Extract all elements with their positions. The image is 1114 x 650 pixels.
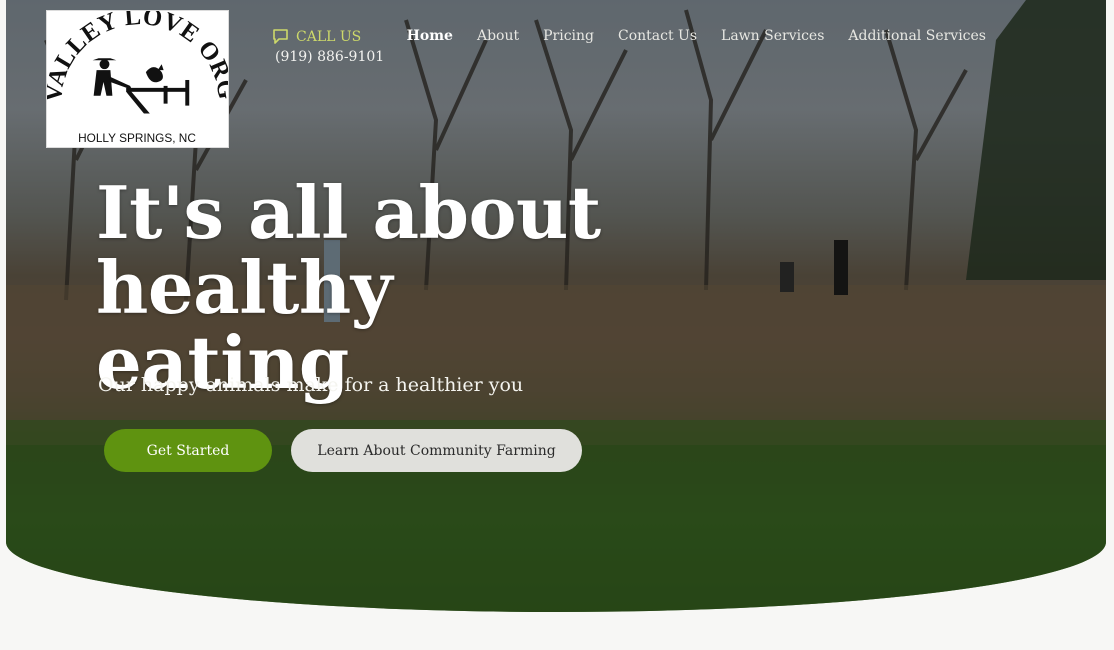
nav-item-lawn-services[interactable]: Lawn Services: [721, 28, 824, 44]
nav-item-home[interactable]: Home: [407, 28, 453, 44]
phone-number-link[interactable]: (919) 886-9101: [272, 49, 384, 65]
logo-artwork: VALLEY LOVE ORGANIC HOLLY SPRINGS, NC: [47, 11, 228, 145]
main-navigation: Home About Pricing Contact Us Lawn Servi…: [407, 28, 986, 44]
nav-item-pricing[interactable]: Pricing: [543, 28, 594, 44]
call-us-label: CALL US: [296, 28, 362, 45]
learn-community-farming-button[interactable]: Learn About Community Farming: [291, 429, 582, 472]
site-logo[interactable]: VALLEY LOVE ORGANIC HOLLY SPRINGS, NC: [46, 10, 229, 148]
nav-item-additional-services[interactable]: Additional Services: [848, 28, 986, 44]
nav-item-about[interactable]: About: [477, 28, 519, 44]
chat-bubble-icon: [273, 29, 288, 44]
logo-location: HOLLY SPRINGS, NC: [78, 131, 196, 145]
contact-block: CALL US (919) 886-9101: [272, 28, 384, 65]
headline-line-1: It's all about: [96, 170, 601, 255]
hero-headline: It's all about healthy eating: [96, 175, 656, 400]
nav-item-contact-us[interactable]: Contact Us: [618, 28, 697, 44]
hero-subheadline: Our happy animals make for a healthier y…: [98, 374, 524, 396]
get-started-button[interactable]: Get Started: [104, 429, 272, 472]
